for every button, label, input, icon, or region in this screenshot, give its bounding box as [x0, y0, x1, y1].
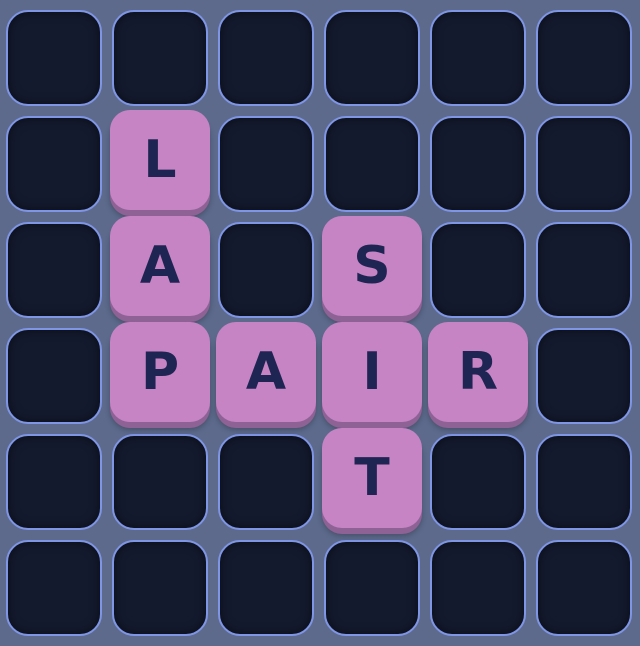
grid-cell-empty[interactable]: [6, 540, 102, 636]
letter-tile[interactable]: T: [322, 428, 422, 528]
grid-cell-empty[interactable]: [6, 328, 102, 424]
tile-letter: T: [354, 448, 390, 508]
letter-tile[interactable]: I: [322, 322, 422, 422]
grid-cell-empty[interactable]: [112, 540, 208, 636]
word-grid-board: LASPAIRT: [0, 0, 640, 646]
grid-cell-empty[interactable]: [218, 434, 314, 530]
tile-letter: A: [139, 236, 181, 296]
tile-letter: I: [362, 342, 382, 402]
grid-cell-empty[interactable]: [6, 10, 102, 106]
grid-cell-empty[interactable]: [218, 10, 314, 106]
grid-cell-empty[interactable]: [218, 222, 314, 318]
letter-tile[interactable]: A: [110, 216, 210, 316]
tile-letter: A: [245, 342, 287, 402]
grid-cell-empty[interactable]: [6, 434, 102, 530]
grid-cell-empty[interactable]: [324, 10, 420, 106]
grid-cell-empty[interactable]: [430, 222, 526, 318]
grid-cell-empty[interactable]: [536, 10, 632, 106]
grid-cell-empty[interactable]: [536, 328, 632, 424]
tile-letter: P: [140, 342, 180, 402]
grid-cell-empty[interactable]: [324, 116, 420, 212]
letter-tile[interactable]: R: [428, 322, 528, 422]
grid-cell-empty[interactable]: [6, 116, 102, 212]
grid-cell-empty[interactable]: [536, 222, 632, 318]
grid-cell-empty[interactable]: [536, 540, 632, 636]
grid-cell-empty[interactable]: [112, 434, 208, 530]
letter-tile[interactable]: A: [216, 322, 316, 422]
grid-cell-empty[interactable]: [430, 116, 526, 212]
grid-cell-empty[interactable]: [536, 434, 632, 530]
letter-tile[interactable]: P: [110, 322, 210, 422]
grid-cell-empty[interactable]: [430, 10, 526, 106]
grid-cell-empty[interactable]: [218, 540, 314, 636]
grid-cell-empty[interactable]: [430, 540, 526, 636]
grid-cell-empty[interactable]: [112, 10, 208, 106]
grid-cell-empty[interactable]: [536, 116, 632, 212]
letter-tile[interactable]: L: [110, 110, 210, 210]
grid-cell-empty[interactable]: [324, 540, 420, 636]
letter-tile[interactable]: S: [322, 216, 422, 316]
tile-letter: R: [457, 342, 499, 402]
grid-cell-empty[interactable]: [430, 434, 526, 530]
tile-letter: L: [143, 130, 177, 190]
tile-letter: S: [353, 236, 391, 296]
grid-cell-empty[interactable]: [218, 116, 314, 212]
grid-cell-empty[interactable]: [6, 222, 102, 318]
